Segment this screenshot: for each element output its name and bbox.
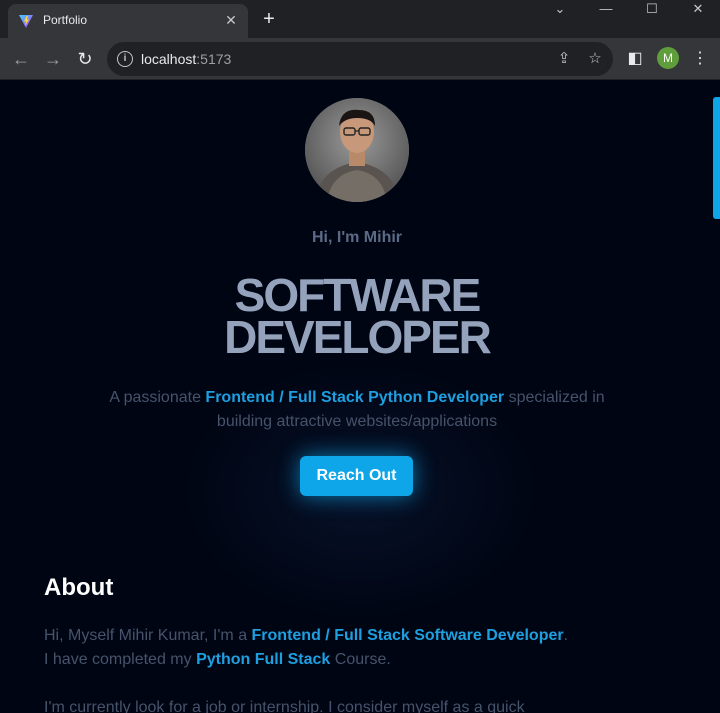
scrollbar[interactable] <box>713 97 720 219</box>
hero-title: SOFTWARE DEVELOPER <box>0 269 714 363</box>
info-icon[interactable]: i <box>117 51 133 67</box>
vite-logo-icon <box>19 15 33 28</box>
browser-toolbar: ← → ↻ i localhost:5173 ⇪ ☆ ◧ M ⋮ <box>0 38 720 80</box>
tab-title: Portfolio <box>43 13 88 27</box>
reach-out-button[interactable]: Reach Out <box>300 456 413 496</box>
forward-icon[interactable]: → <box>41 47 65 71</box>
hero-greeting: Hi, I'm Mihir <box>311 229 403 246</box>
address-bar[interactable]: i localhost:5173 ⇪ ☆ <box>107 42 613 76</box>
browser-titlebar: Portfolio ✕ + ⌄ — ☐ ✕ <box>0 0 720 38</box>
menu-icon[interactable]: ⋮ <box>689 48 711 70</box>
close-window-icon[interactable]: ✕ <box>675 0 720 20</box>
hero-title-line1: SOFTWARE <box>234 269 482 321</box>
about-heading: About <box>44 574 114 601</box>
page-content: Hi, I'm Mihir SOFTWARE DEVELOPER A passi… <box>0 81 720 713</box>
about-text: Hi, Myself Mihir Kumar, I'm a Frontend /… <box>44 627 569 713</box>
close-icon[interactable]: ✕ <box>222 11 240 29</box>
side-panel-icon[interactable]: ◧ <box>624 48 646 70</box>
chevron-down-icon[interactable]: ⌄ <box>537 0 583 20</box>
browser-tab[interactable]: Portfolio ✕ <box>8 4 248 38</box>
tagline-highlight: Frontend / Full Stack Python Developer <box>205 389 505 406</box>
url-text[interactable]: localhost:5173 <box>141 51 231 67</box>
maximize-icon[interactable]: ☐ <box>629 0 675 20</box>
back-icon[interactable]: ← <box>9 47 33 71</box>
profile-avatar[interactable]: M <box>657 47 679 69</box>
reload-icon[interactable]: ↻ <box>73 47 97 71</box>
bookmark-star-icon[interactable]: ☆ <box>586 50 604 68</box>
profile-photo <box>305 98 409 202</box>
hero-tagline: A passionate Frontend / Full Stack Pytho… <box>109 389 605 430</box>
hero-title-line2: DEVELOPER <box>224 311 492 363</box>
new-tab-icon[interactable]: + <box>258 8 280 30</box>
share-icon[interactable]: ⇪ <box>555 50 573 68</box>
minimize-icon[interactable]: — <box>583 0 629 20</box>
